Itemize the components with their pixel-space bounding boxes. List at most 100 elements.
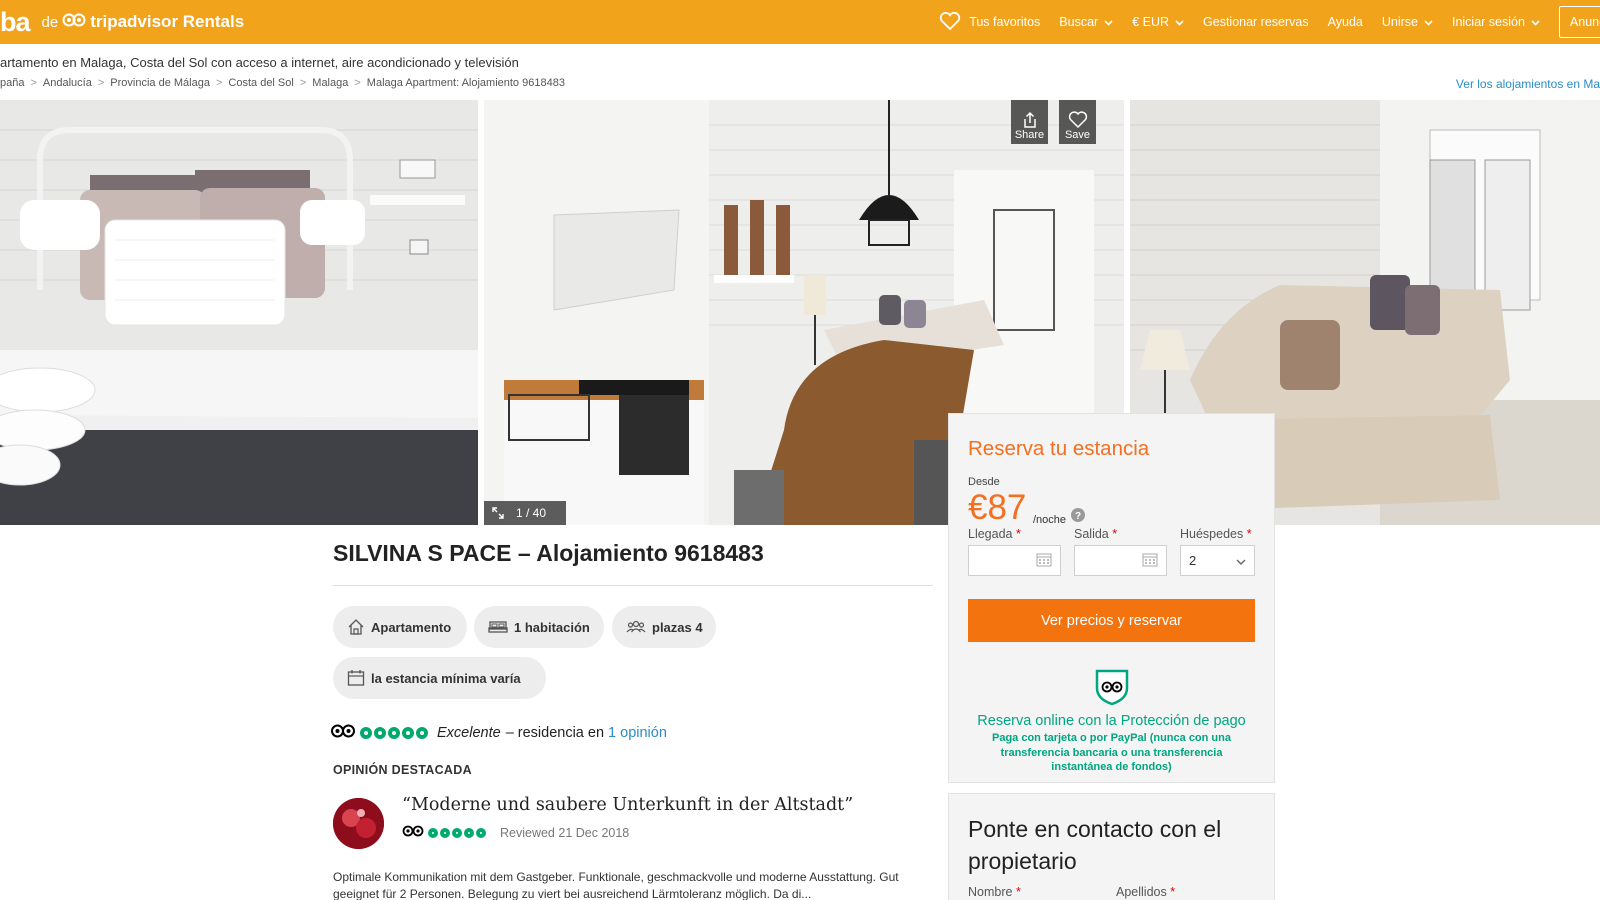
- rating-bubble-filled: [402, 727, 414, 739]
- see-all-rentals-link[interactable]: Ver los alojamientos en Ma: [1456, 77, 1600, 91]
- svg-text:?: ?: [1075, 511, 1081, 522]
- tripadvisor-owl-icon: [62, 13, 86, 32]
- rating-context: – residencia en: [505, 725, 605, 741]
- rating-bubble-filled: [374, 727, 386, 739]
- nightly-price: €87: [968, 488, 1027, 527]
- required-mark: *: [1015, 527, 1021, 541]
- featured-review-heading: OPINIÓN DESTACADA: [333, 763, 472, 777]
- heart-icon: [939, 11, 961, 33]
- review-rating-bubbles: [428, 827, 488, 838]
- chip-minimum-stay: la estancia mínima varía: [333, 657, 546, 699]
- brand-de: de: [41, 13, 59, 31]
- title-divider: [333, 585, 933, 586]
- guests-label-text: Huéspedes: [1180, 527, 1244, 541]
- nav-favorites[interactable]: Tus favoritos: [939, 11, 1040, 33]
- breadcrumb-item-costa[interactable]: Costa del Sol: [228, 77, 293, 89]
- rating-bubble-filled: [428, 827, 438, 838]
- share-button[interactable]: Share: [1011, 100, 1048, 144]
- expand-icon: [492, 507, 504, 519]
- guests-select[interactable]: 2: [1180, 545, 1255, 576]
- rating-word: Excelente: [437, 725, 501, 741]
- required-mark: *: [1246, 527, 1252, 541]
- departure-label: Salida *: [1074, 527, 1117, 541]
- required-mark: *: [1170, 885, 1176, 899]
- share-icon: [1021, 111, 1039, 129]
- arrival-label-text: Llegada: [968, 527, 1013, 541]
- save-label: Save: [1064, 129, 1091, 141]
- breadcrumb-item-malaga[interactable]: Malaga: [312, 77, 348, 89]
- listing-title: SILVINA S PACE – Alojamiento 9618483: [333, 540, 764, 566]
- chevron-down-icon: [1424, 15, 1433, 29]
- breadcrumb-item-spain[interactable]: paña: [0, 77, 24, 89]
- brand-name: tripadvisor Rentals: [90, 12, 245, 31]
- rating-bubble-filled: [464, 827, 474, 838]
- chip-bedrooms-label: 1 habitación: [514, 619, 590, 635]
- reviewer-avatar[interactable]: [333, 798, 384, 849]
- chip-bedrooms: 1 habitación: [474, 606, 604, 648]
- rating-summary: Excelente – residencia en 1 opinión: [330, 724, 667, 742]
- calendar-icon: [1142, 552, 1158, 570]
- rating-bubble-filled: [476, 827, 486, 838]
- tripadvisor-owl-icon: [402, 825, 424, 840]
- nav-signin[interactable]: Iniciar sesión: [1452, 15, 1540, 29]
- price-from-label: Desde: [968, 476, 1000, 488]
- chip-minimum-stay-label: la estancia mínima varía: [371, 670, 521, 686]
- review-body: Optimale Kommunikation mit dem Gastgeber…: [333, 870, 899, 900]
- nav-currency[interactable]: € EUR: [1132, 15, 1184, 29]
- rating-bubbles: [360, 727, 430, 739]
- breadcrumb: paña > Andalucía > Provincia de Málaga > Costa…: [0, 77, 565, 89]
- tripadvisor-owl-icon: [330, 724, 356, 742]
- chevron-down-icon: [1175, 15, 1184, 29]
- first-name-label-text: Nombre: [968, 885, 1013, 899]
- breadcrumb-separator: >: [97, 77, 105, 89]
- arrival-label: Llegada *: [968, 527, 1021, 541]
- reviews-link[interactable]: 1 opinión: [608, 725, 667, 741]
- last-name-label: Apellidos *: [1116, 885, 1175, 899]
- nav-help[interactable]: Ayuda: [1328, 15, 1363, 29]
- photo-bedroom[interactable]: [0, 100, 478, 525]
- arrival-date-input[interactable]: [968, 545, 1061, 576]
- nav-search-label: Buscar: [1059, 15, 1099, 29]
- rating-bubble-filled: [416, 727, 428, 739]
- brand-logo[interactable]: ba de tripadvisor Rentals: [0, 6, 244, 38]
- nav-manage-bookings[interactable]: Gestionar reservas: [1203, 15, 1309, 29]
- booking-title: Reserva tu estancia: [968, 437, 1150, 460]
- nav-manage-label: Gestionar reservas: [1203, 15, 1309, 29]
- contact-owner-title: Ponte en contacto con el propietario: [968, 816, 1222, 874]
- breadcrumb-separator: >: [354, 77, 361, 89]
- booking-card: Reserva tu estancia Desde €87 /noche ? L…: [948, 413, 1275, 783]
- contact-owner-card: Ponte en contacto con el propietario Nom…: [948, 793, 1275, 900]
- help-icon[interactable]: ?: [1071, 508, 1085, 527]
- nav-join-label: Unirse: [1381, 15, 1418, 29]
- rating-bubble-filled: [360, 727, 372, 739]
- chevron-down-icon: [1236, 553, 1246, 568]
- breadcrumb-separator: >: [215, 77, 223, 89]
- chip-property-type-label: Apartamento: [371, 619, 452, 635]
- guests-value: 2: [1189, 553, 1197, 568]
- per-night-label: /noche: [1033, 514, 1067, 526]
- review-date: Reviewed 21 Dec 2018: [500, 825, 630, 840]
- check-prices-book-button[interactable]: Ver precios y reservar: [968, 599, 1255, 642]
- departure-date-input[interactable]: [1074, 545, 1167, 576]
- departure-label-text: Salida: [1074, 527, 1109, 541]
- save-button[interactable]: Save: [1059, 100, 1096, 144]
- photo-counter[interactable]: 1 / 40: [484, 501, 566, 525]
- heart-outline-icon: [1068, 111, 1088, 129]
- house-icon: [347, 618, 365, 636]
- bed-icon: [488, 619, 508, 635]
- review-title[interactable]: “Moderne und saubere Unterkunft in der A…: [402, 795, 853, 815]
- review-meta: Reviewed 21 Dec 2018: [402, 825, 629, 840]
- breadcrumb-item-andalucia[interactable]: Andalucía: [43, 77, 92, 89]
- required-mark: *: [1112, 527, 1118, 541]
- payment-protection-text: Paga con tarjeta o por PayPal (nunca con…: [991, 732, 1231, 773]
- main-nav: Tus favoritos Buscar € EUR Gestionar res…: [939, 0, 1600, 44]
- share-label: Share: [1014, 129, 1045, 141]
- top-navigation-bar: ba de tripadvisor Rentals Tus favoritos …: [0, 0, 1600, 44]
- people-icon: [626, 619, 646, 635]
- nav-search[interactable]: Buscar: [1059, 15, 1113, 29]
- last-name-label-text: Apellidos: [1116, 885, 1167, 899]
- breadcrumb-item-provincia[interactable]: Provincia de Málaga: [110, 77, 210, 89]
- nav-join[interactable]: Unirse: [1382, 15, 1433, 29]
- list-property-button[interactable]: Anuncia tu: [1558, 6, 1600, 38]
- rating-bubble-filled: [388, 727, 400, 739]
